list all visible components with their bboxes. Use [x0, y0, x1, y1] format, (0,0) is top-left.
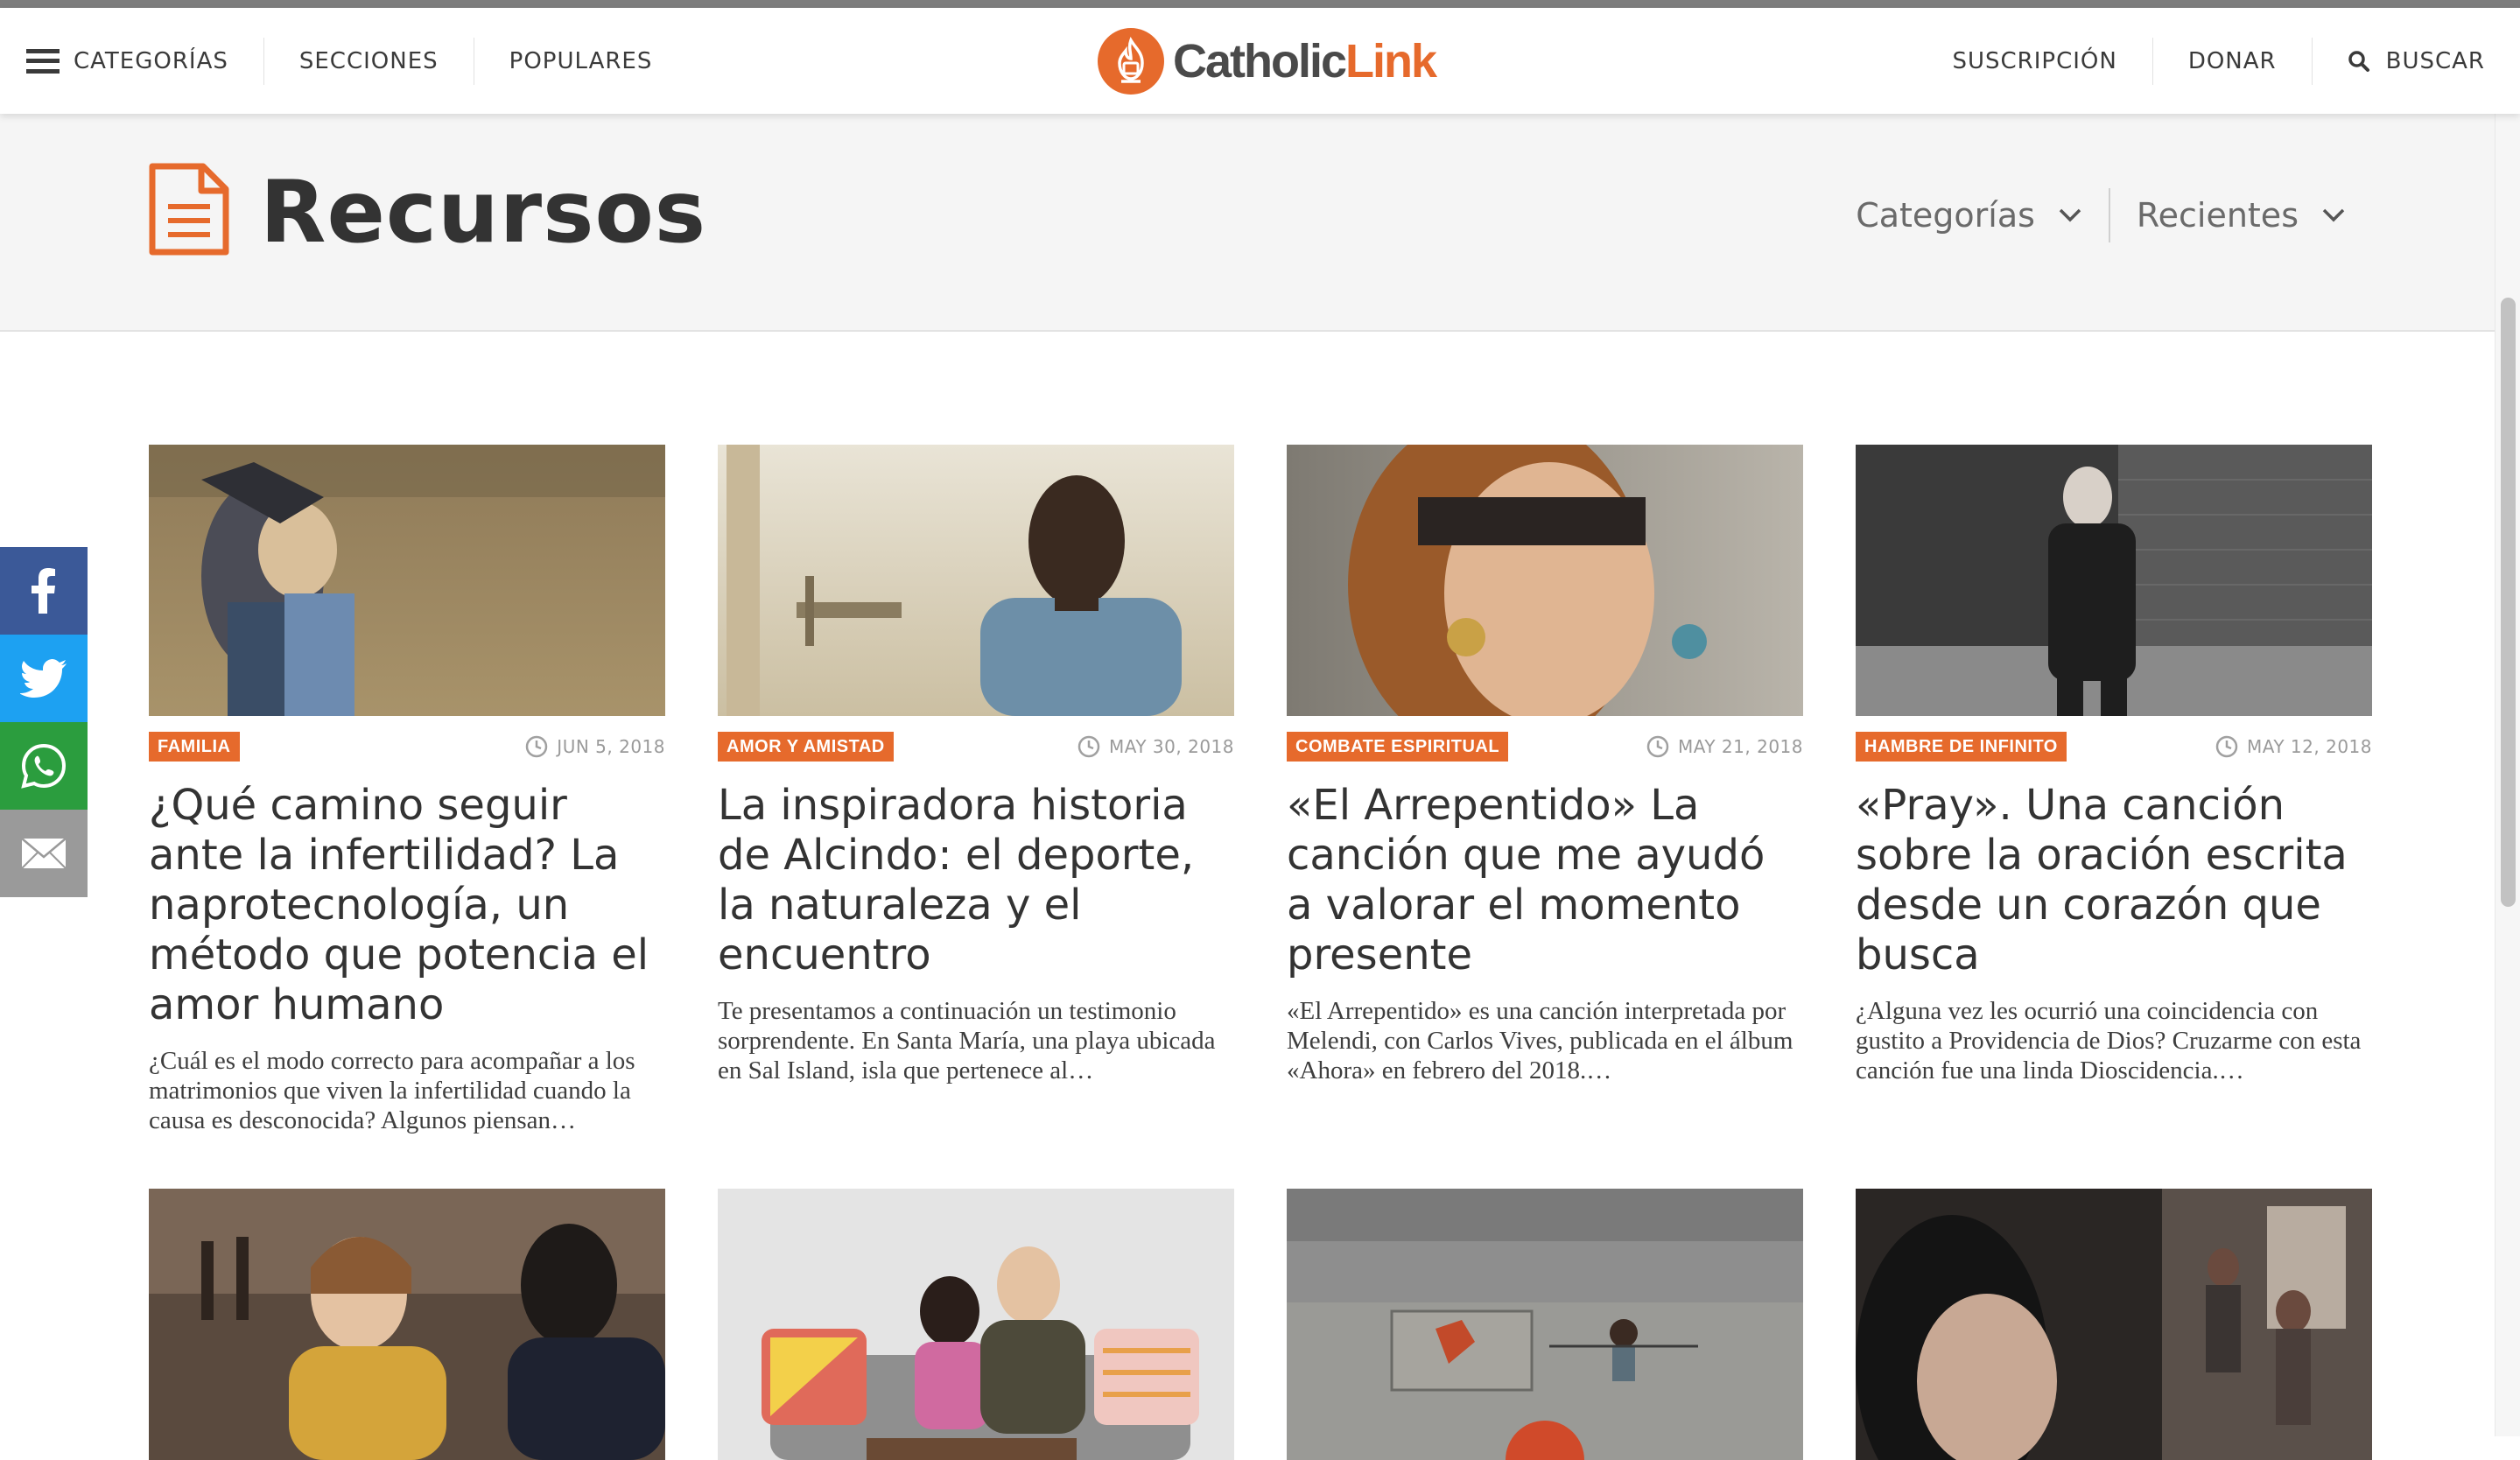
article-date-text: MAY 12, 2018	[2246, 736, 2372, 757]
article-card: AMOR Y AMISTAD MAY 30, 2018 La inspirado…	[718, 445, 1234, 1085]
nav-popular-label: POPULARES	[509, 47, 653, 74]
chevron-down-icon	[2322, 208, 2345, 222]
article-title-link[interactable]: ¿Qué camino seguir ante la infertilidad?…	[149, 781, 665, 1030]
article-title-link[interactable]: «Pray». Una canción sobre la oración esc…	[1856, 781, 2372, 980]
article-date: MAY 21, 2018	[1646, 735, 1803, 758]
article-title-link[interactable]: «El Arrepentido» La canción que me ayudó…	[1287, 781, 1803, 980]
facebook-share-button[interactable]	[0, 547, 88, 635]
nav-popular-link[interactable]: POPULARES	[474, 38, 688, 85]
article-excerpt: ¿Alguna vez les ocurrió una coincidencia…	[1856, 997, 2362, 1084]
article-thumbnail-man-beach[interactable]	[718, 445, 1234, 716]
article-thumbnail-kids-sofa[interactable]	[718, 1189, 1234, 1460]
recent-filter-label: Recientes	[2136, 196, 2299, 235]
clock-icon	[1077, 735, 1100, 758]
article-thumbnail-couple-field[interactable]	[149, 445, 665, 716]
recent-filter-dropdown[interactable]: Recientes	[2108, 188, 2372, 242]
logo-text: CatholicLink	[1173, 34, 1437, 88]
page-title: Recursos	[260, 163, 707, 263]
page-scrollbar[interactable]	[2495, 114, 2520, 1436]
article-excerpt: «El Arrepentido» es una canción interpre…	[1287, 997, 1793, 1084]
scrollbar-thumb[interactable]	[2501, 298, 2516, 907]
article-card	[149, 1189, 665, 1460]
category-tag[interactable]: FAMILIA	[149, 732, 240, 762]
nav-right: SUSCRIPCIÓN DONAR BUSCAR	[1952, 8, 2520, 114]
article-card	[1856, 1189, 2372, 1460]
email-icon	[21, 838, 67, 869]
subscription-label: SUSCRIPCIÓN	[1952, 47, 2117, 74]
hamburger-menu-icon	[26, 48, 60, 74]
clock-icon	[1646, 735, 1669, 758]
twitter-share-button[interactable]	[0, 635, 88, 722]
browser-top-strip	[0, 0, 2520, 8]
article-meta: AMOR Y AMISTAD MAY 30, 2018	[718, 732, 1234, 763]
category-tag[interactable]: COMBATE ESPIRITUAL	[1287, 732, 1509, 762]
facebook-icon	[32, 568, 55, 614]
article-thumbnail-blindfold-woman[interactable]	[1287, 445, 1803, 716]
article-date: MAY 12, 2018	[2215, 735, 2372, 758]
nav-sections-link[interactable]: SECCIONES	[264, 37, 474, 85]
categories-filter-dropdown[interactable]: Categorías	[1829, 188, 2109, 242]
article-excerpt: ¿Cuál es el modo correcto para acompañar…	[149, 1047, 635, 1134]
subscription-link[interactable]: SUSCRIPCIÓN	[1952, 38, 2151, 85]
article-title-link[interactable]: La inspiradora historia de Alcindo: el d…	[718, 781, 1234, 980]
article-date-text: JUN 5, 2018	[557, 736, 665, 757]
search-icon	[2348, 50, 2369, 72]
article-card: HAMBRE DE INFINITO MAY 12, 2018 «Pray». …	[1856, 445, 2372, 1085]
email-share-button[interactable]	[0, 810, 88, 897]
document-icon	[149, 163, 229, 256]
article-thumbnail-animation[interactable]	[1287, 1189, 1803, 1460]
article-card	[718, 1189, 1234, 1460]
article-excerpt: Te presentamos a continuación un testimo…	[718, 997, 1216, 1084]
article-thumbnail-man-brick-wall[interactable]	[1856, 445, 2372, 716]
logo-text-part2: Link	[1345, 35, 1437, 88]
category-tag[interactable]: HAMBRE DE INFINITO	[1856, 732, 2067, 762]
article-meta: FAMILIA JUN 5, 2018	[149, 732, 665, 763]
donate-link[interactable]: DONAR	[2151, 37, 2312, 85]
article-date: JUN 5, 2018	[525, 735, 665, 758]
article-card: COMBATE ESPIRITUAL MAY 21, 2018 «El Arre…	[1287, 445, 1803, 1085]
article-meta: HAMBRE DE INFINITO MAY 12, 2018	[1856, 732, 2372, 763]
article-meta: COMBATE ESPIRITUAL MAY 21, 2018	[1287, 732, 1803, 763]
clock-icon	[526, 735, 548, 758]
article-date-text: MAY 21, 2018	[1677, 736, 1803, 757]
article-card: FAMILIA JUN 5, 2018 ¿Qué camino seguir a…	[149, 445, 665, 1135]
page-title-band: Recursos Categorías Recientes	[0, 114, 2495, 332]
whatsapp-icon	[21, 743, 67, 789]
article-thumbnail-woman-dark-room[interactable]	[1856, 1189, 2372, 1460]
article-card	[1287, 1189, 1803, 1460]
donate-label: DONAR	[2187, 47, 2277, 74]
article-thumbnail-couple-talking[interactable]	[149, 1189, 665, 1460]
filters: Categorías Recientes	[1829, 188, 2372, 242]
search-button[interactable]: BUSCAR	[2311, 37, 2520, 85]
site-logo[interactable]: CatholicLink	[1098, 26, 1437, 96]
nav-categories-button[interactable]: CATEGORÍAS	[26, 37, 264, 85]
flame-heart-logo-icon	[1098, 28, 1164, 95]
chevron-down-icon	[2059, 208, 2081, 222]
twitter-icon	[20, 659, 67, 698]
categories-filter-label: Categorías	[1856, 196, 2035, 235]
nav-categories-label: CATEGORÍAS	[74, 47, 228, 74]
clock-icon	[2215, 735, 2238, 758]
category-tag[interactable]: AMOR Y AMISTAD	[718, 732, 894, 762]
logo-text-part1: Catholic	[1173, 35, 1347, 88]
search-label: BUSCAR	[2385, 47, 2485, 74]
article-date: MAY 30, 2018	[1077, 735, 1234, 758]
nav-left: CATEGORÍAS SECCIONES POPULARES	[26, 8, 687, 114]
nav-sections-label: SECCIONES	[298, 47, 439, 74]
whatsapp-share-button[interactable]	[0, 722, 88, 810]
share-sidebar	[0, 547, 88, 897]
article-date-text: MAY 30, 2018	[1108, 736, 1234, 757]
site-header: CATEGORÍAS SECCIONES POPULARES CatholicL…	[0, 8, 2520, 114]
